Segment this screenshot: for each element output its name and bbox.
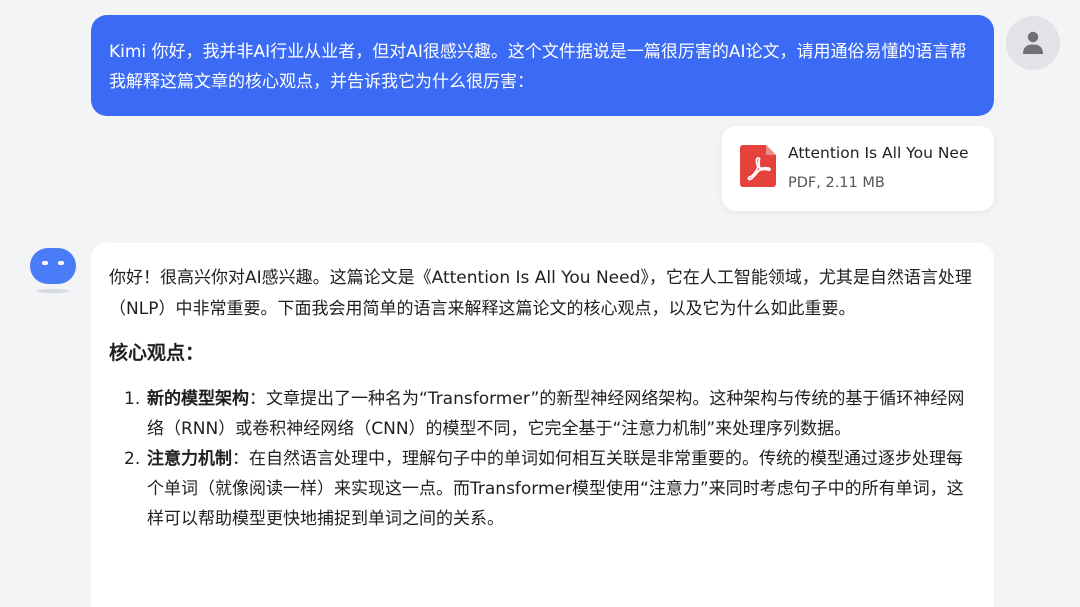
list-item-term: 注意力机制 <box>147 449 232 469</box>
list-item: 2. 注意力机制：在自然语言处理中，理解句子中的单词如何相互关联是非常重要的。传统… <box>124 444 976 534</box>
user-icon <box>1023 31 1043 54</box>
section-heading: 核心观点： <box>109 342 205 364</box>
user-avatar[interactable] <box>1006 16 1060 70</box>
bot-message-bubble: 你好！很高兴你对AI感兴趣。这篇论文是《Attention Is All You… <box>91 243 994 607</box>
chat-window: Kimi 你好，我并非AI行业从业者，但对AI很感兴趣。这个文件据说是一篇很厉害… <box>0 0 1080 607</box>
list-item: 1. 新的模型架构：文章提出了一种名为“Transformer”的新型神经网络架构… <box>124 384 976 444</box>
list-item-number: 2. <box>124 449 141 469</box>
list-item-text: ：在自然语言处理中，理解句子中的单词如何相互关联是非常重要的。传统的模型通过逐步… <box>147 449 964 529</box>
attachment-file-name: Attention Is All You Nee <box>788 144 969 162</box>
bot-intro-text: 你好！很高兴你对AI感兴趣。这篇论文是《Attention Is All You… <box>109 268 972 319</box>
pdf-icon <box>740 145 776 187</box>
core-points-list: 1. 新的模型架构：文章提出了一种名为“Transformer”的新型神经网络架构… <box>109 384 976 534</box>
kimi-bot-avatar <box>30 248 76 294</box>
user-message-text: Kimi 你好，我并非AI行业从业者，但对AI很感兴趣。这个文件据说是一篇很厉害… <box>109 42 967 92</box>
user-message-bubble: Kimi 你好，我并非AI行业从业者，但对AI很感兴趣。这个文件据说是一篇很厉害… <box>91 15 994 116</box>
list-item-number: 1. <box>124 389 141 409</box>
list-item-term: 新的模型架构 <box>147 389 249 409</box>
attachment-card[interactable]: Attention Is All You Nee PDF, 2.11 MB <box>722 126 994 211</box>
attachment-file-meta: PDF, 2.11 MB <box>788 175 885 191</box>
list-item-text: ：文章提出了一种名为“Transformer”的新型神经网络架构。这种架构与传统… <box>147 389 965 439</box>
